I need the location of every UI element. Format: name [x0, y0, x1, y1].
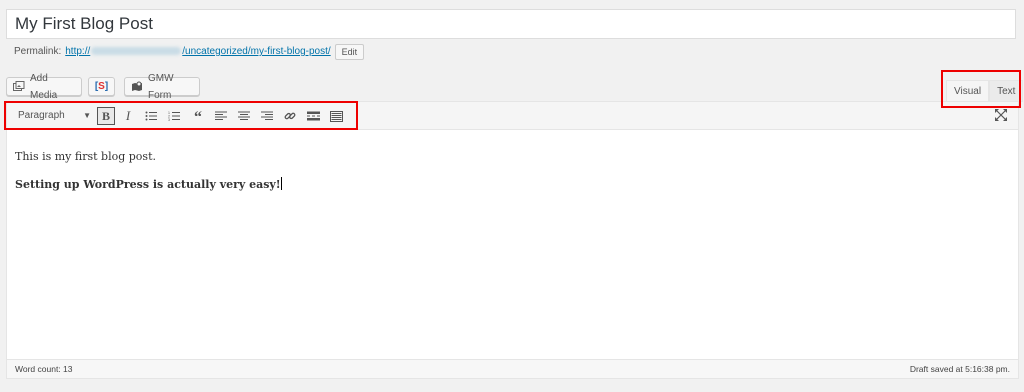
s-shortcode-icon: [S] — [94, 81, 109, 92]
editor-statusbar: Word count: 13 Draft saved at 5:16:38 pm… — [7, 359, 1018, 378]
link-icon — [284, 112, 296, 120]
align-center-icon — [238, 111, 250, 120]
bold-icon: B — [101, 108, 110, 123]
blurred-domain — [91, 47, 182, 56]
draft-saved-status: Draft saved at 5:16:38 pm. — [909, 364, 1010, 374]
tab-text[interactable]: Text — [989, 80, 1024, 102]
chevron-down-icon: ▼ — [83, 111, 91, 120]
align-center-button[interactable] — [236, 107, 252, 125]
tab-visual[interactable]: Visual — [946, 80, 990, 102]
align-left-icon — [215, 111, 227, 120]
bullet-list-icon — [145, 111, 157, 121]
blockquote-button[interactable]: “ — [190, 107, 206, 126]
word-count: Word count: 13 — [15, 364, 73, 374]
gmw-form-button[interactable]: GMW Form — [124, 73, 200, 101]
add-media-button[interactable]: Add Media — [6, 73, 82, 101]
numbered-list-button[interactable]: 123 — [166, 107, 182, 125]
gmw-form-label: GMW Form — [148, 72, 174, 101]
fullscreen-icon[interactable] — [994, 108, 1008, 122]
align-right-icon — [261, 111, 273, 120]
paragraph-1: This is my first blog post. — [15, 150, 156, 163]
paragraph-2: Setting up WordPress is actually very ea… — [15, 177, 282, 191]
permalink-label: Permalink: — [14, 46, 62, 57]
italic-button[interactable]: I — [120, 107, 136, 125]
toolbar-toggle-button[interactable] — [328, 107, 344, 125]
bold-button[interactable]: B — [97, 107, 115, 125]
text-caret — [280, 177, 282, 190]
read-more-icon — [306, 111, 320, 121]
link-button[interactable] — [282, 107, 298, 125]
permalink-row: Permalink: http:///uncategorized/my-firs… — [14, 44, 365, 60]
svg-text:3: 3 — [168, 118, 170, 121]
shortcode-button[interactable]: [S] — [88, 77, 115, 96]
post-title-input[interactable]: My First Blog Post — [6, 9, 1016, 39]
align-left-button[interactable] — [213, 107, 229, 125]
editor-tabs: Visual Text — [946, 80, 1024, 102]
align-right-button[interactable] — [259, 107, 275, 125]
format-select[interactable]: Paragraph ▼ — [13, 107, 93, 125]
numbered-list-icon: 123 — [168, 111, 180, 121]
editor-content[interactable]: This is my first blog post. Setting up W… — [7, 130, 1018, 360]
toolbar-toggle-icon — [329, 110, 343, 122]
add-media-icon — [13, 81, 25, 92]
permalink-link[interactable]: http:///uncategorized/my-first-blog-post… — [65, 44, 330, 60]
italic-icon: I — [125, 108, 131, 123]
read-more-button[interactable] — [305, 107, 321, 125]
editor-toolbar: Paragraph ▼ B I 123 “ — [7, 102, 1018, 130]
editor-area: Paragraph ▼ B I 123 “ This is my first b… — [6, 101, 1019, 379]
gmw-form-icon — [131, 81, 143, 92]
bullet-list-button[interactable] — [143, 107, 159, 125]
blockquote-icon: “ — [194, 109, 202, 126]
permalink-edit-button[interactable]: Edit — [334, 44, 365, 60]
add-media-label: Add Media — [30, 72, 58, 101]
